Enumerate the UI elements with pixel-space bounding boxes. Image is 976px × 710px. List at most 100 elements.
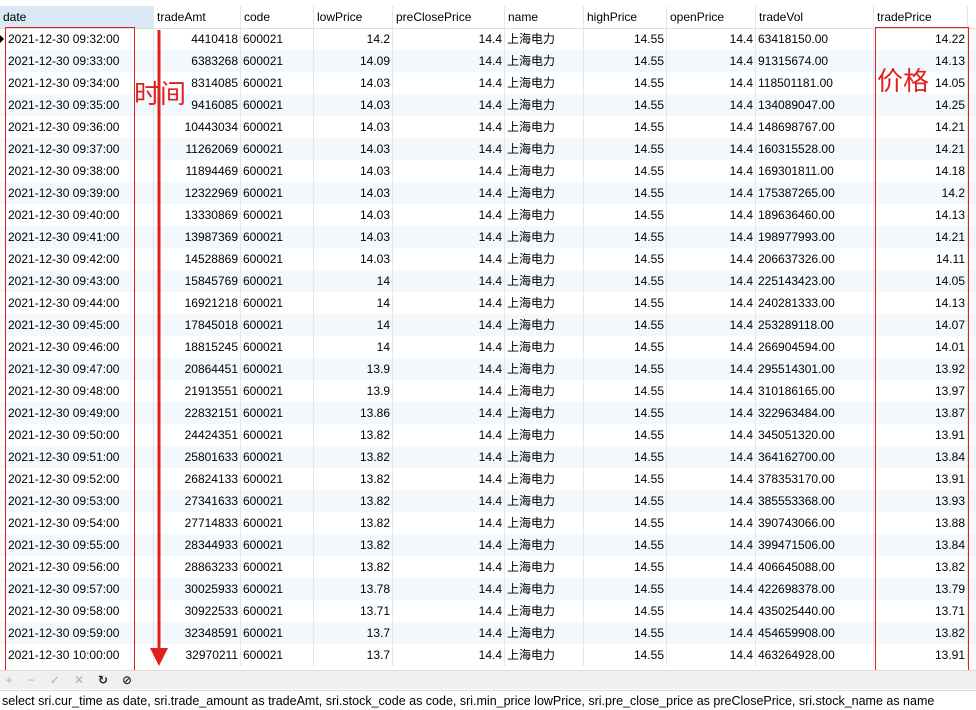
cell-highPrice[interactable]: 14.55 bbox=[584, 424, 667, 446]
cell-preClosePrice[interactable]: 14.4 bbox=[393, 248, 505, 270]
cell-name[interactable]: 上海电力 bbox=[505, 644, 584, 666]
cell-code[interactable]: 600021 bbox=[241, 468, 314, 490]
cell-lowPrice[interactable]: 13.9 bbox=[314, 358, 393, 380]
cell-tradeVol[interactable]: 240281333.00 bbox=[756, 292, 874, 314]
cell-name[interactable]: 上海电力 bbox=[505, 336, 584, 358]
cell-preClosePrice[interactable]: 14.4 bbox=[393, 578, 505, 600]
cell-preClosePrice[interactable]: 14.4 bbox=[393, 556, 505, 578]
cell-highPrice[interactable]: 14.55 bbox=[584, 72, 667, 94]
cell-tradeVol[interactable]: 454659908.00 bbox=[756, 622, 874, 644]
cell-lowPrice[interactable]: 13.78 bbox=[314, 578, 393, 600]
cell-openPrice[interactable]: 14.4 bbox=[667, 204, 756, 226]
column-header-code[interactable]: code bbox=[241, 6, 314, 28]
cell-highPrice[interactable]: 14.55 bbox=[584, 534, 667, 556]
cell-code[interactable]: 600021 bbox=[241, 182, 314, 204]
cell-lowPrice[interactable]: 14.03 bbox=[314, 226, 393, 248]
cell-preClosePrice[interactable]: 14.4 bbox=[393, 72, 505, 94]
table-row[interactable]: 2021-12-30 09:49:00 22832151 600021 13.86 14… bbox=[0, 402, 976, 424]
cell-preClosePrice[interactable]: 14.4 bbox=[393, 292, 505, 314]
cell-name[interactable]: 上海电力 bbox=[505, 622, 584, 644]
cell-lowPrice[interactable]: 14.03 bbox=[314, 182, 393, 204]
cell-lowPrice[interactable]: 14.03 bbox=[314, 138, 393, 160]
cell-openPrice[interactable]: 14.4 bbox=[667, 358, 756, 380]
cell-tradeVol[interactable]: 266904594.00 bbox=[756, 336, 874, 358]
cell-preClosePrice[interactable]: 14.4 bbox=[393, 468, 505, 490]
column-header-tradeVol[interactable]: tradeVol bbox=[756, 6, 874, 28]
cell-tradeVol[interactable]: 345051320.00 bbox=[756, 424, 874, 446]
cell-tradeVol[interactable]: 225143423.00 bbox=[756, 270, 874, 292]
cell-name[interactable]: 上海电力 bbox=[505, 28, 584, 50]
cell-lowPrice[interactable]: 14.03 bbox=[314, 160, 393, 182]
cell-tradeVol[interactable]: 295514301.00 bbox=[756, 358, 874, 380]
cell-preClosePrice[interactable]: 14.4 bbox=[393, 314, 505, 336]
cell-code[interactable]: 600021 bbox=[241, 534, 314, 556]
cell-name[interactable]: 上海电力 bbox=[505, 72, 584, 94]
cell-name[interactable]: 上海电力 bbox=[505, 138, 584, 160]
cell-code[interactable]: 600021 bbox=[241, 292, 314, 314]
table-row[interactable]: 2021-12-30 09:57:00 30025933 600021 13.78 14… bbox=[0, 578, 976, 600]
cell-code[interactable]: 600021 bbox=[241, 578, 314, 600]
cell-openPrice[interactable]: 14.4 bbox=[667, 402, 756, 424]
cell-lowPrice[interactable]: 13.9 bbox=[314, 380, 393, 402]
column-header-date[interactable]: date bbox=[0, 6, 154, 28]
table-row[interactable]: 2021-12-30 09:48:00 21913551 600021 13.9 14.… bbox=[0, 380, 976, 402]
cell-highPrice[interactable]: 14.55 bbox=[584, 28, 667, 50]
cell-lowPrice[interactable]: 14 bbox=[314, 292, 393, 314]
cell-tradeVol[interactable]: 385553368.00 bbox=[756, 490, 874, 512]
cell-preClosePrice[interactable]: 14.4 bbox=[393, 622, 505, 644]
cell-openPrice[interactable]: 14.4 bbox=[667, 116, 756, 138]
cell-preClosePrice[interactable]: 14.4 bbox=[393, 116, 505, 138]
cell-lowPrice[interactable]: 13.82 bbox=[314, 512, 393, 534]
table-row[interactable]: 2021-12-30 09:33:00 6383268 600021 14.09 14.… bbox=[0, 50, 976, 72]
table-row[interactable]: 2021-12-30 09:36:00 10443034 600021 14.03 14… bbox=[0, 116, 976, 138]
cell-preClosePrice[interactable]: 14.4 bbox=[393, 50, 505, 72]
cell-lowPrice[interactable]: 14.03 bbox=[314, 94, 393, 116]
cell-openPrice[interactable]: 14.4 bbox=[667, 314, 756, 336]
cell-openPrice[interactable]: 14.4 bbox=[667, 380, 756, 402]
column-header-tradePrice[interactable]: tradePrice bbox=[874, 6, 968, 28]
cell-name[interactable]: 上海电力 bbox=[505, 270, 584, 292]
cell-preClosePrice[interactable]: 14.4 bbox=[393, 94, 505, 116]
cell-code[interactable]: 600021 bbox=[241, 94, 314, 116]
cell-preClosePrice[interactable]: 14.4 bbox=[393, 204, 505, 226]
cell-code[interactable]: 600021 bbox=[241, 28, 314, 50]
table-row[interactable]: 2021-12-30 09:37:00 11262069 600021 14.03 14… bbox=[0, 138, 976, 160]
add-record-icon[interactable]: + bbox=[0, 671, 18, 689]
cell-name[interactable]: 上海电力 bbox=[505, 534, 584, 556]
cell-tradeVol[interactable]: 206637326.00 bbox=[756, 248, 874, 270]
table-row[interactable]: 2021-12-30 09:47:00 20864451 600021 13.9 14.… bbox=[0, 358, 976, 380]
cell-tradeVol[interactable]: 175387265.00 bbox=[756, 182, 874, 204]
table-row[interactable]: 2021-12-30 09:46:00 18815245 600021 14 14.4 上… bbox=[0, 336, 976, 358]
cell-code[interactable]: 600021 bbox=[241, 72, 314, 94]
cell-highPrice[interactable]: 14.55 bbox=[584, 94, 667, 116]
cell-openPrice[interactable]: 14.4 bbox=[667, 622, 756, 644]
cell-highPrice[interactable]: 14.55 bbox=[584, 622, 667, 644]
cell-code[interactable]: 600021 bbox=[241, 50, 314, 72]
table-row[interactable]: 2021-12-30 09:42:00 14528869 600021 14.03 14… bbox=[0, 248, 976, 270]
cell-tradeVol[interactable]: 406645088.00 bbox=[756, 556, 874, 578]
cell-lowPrice[interactable]: 14 bbox=[314, 270, 393, 292]
cell-lowPrice[interactable]: 14.09 bbox=[314, 50, 393, 72]
table-row[interactable]: 2021-12-30 09:38:00 11894469 600021 14.03 14… bbox=[0, 160, 976, 182]
column-header-lowPrice[interactable]: lowPrice bbox=[314, 6, 393, 28]
cell-lowPrice[interactable]: 13.82 bbox=[314, 534, 393, 556]
cell-code[interactable]: 600021 bbox=[241, 380, 314, 402]
table-row[interactable]: 2021-12-30 09:32:00 4410418 600021 14.2 14.4… bbox=[0, 28, 976, 50]
cell-highPrice[interactable]: 14.55 bbox=[584, 468, 667, 490]
table-row[interactable]: 2021-12-30 09:50:00 24424351 600021 13.82 14… bbox=[0, 424, 976, 446]
cell-highPrice[interactable]: 14.55 bbox=[584, 182, 667, 204]
cell-tradeVol[interactable]: 422698378.00 bbox=[756, 578, 874, 600]
cell-tradeVol[interactable]: 118501181.00 bbox=[756, 72, 874, 94]
cell-highPrice[interactable]: 14.55 bbox=[584, 358, 667, 380]
cell-code[interactable]: 600021 bbox=[241, 402, 314, 424]
cell-tradeVol[interactable]: 463264928.00 bbox=[756, 644, 874, 666]
table-row[interactable]: 2021-12-30 09:39:00 12322969 600021 14.03 14… bbox=[0, 182, 976, 204]
cell-preClosePrice[interactable]: 14.4 bbox=[393, 446, 505, 468]
cell-preClosePrice[interactable]: 14.4 bbox=[393, 600, 505, 622]
cell-tradeVol[interactable]: 322963484.00 bbox=[756, 402, 874, 424]
cell-tradeVol[interactable]: 378353170.00 bbox=[756, 468, 874, 490]
cell-name[interactable]: 上海电力 bbox=[505, 226, 584, 248]
cell-openPrice[interactable]: 14.4 bbox=[667, 490, 756, 512]
cell-code[interactable]: 600021 bbox=[241, 138, 314, 160]
cell-openPrice[interactable]: 14.4 bbox=[667, 270, 756, 292]
